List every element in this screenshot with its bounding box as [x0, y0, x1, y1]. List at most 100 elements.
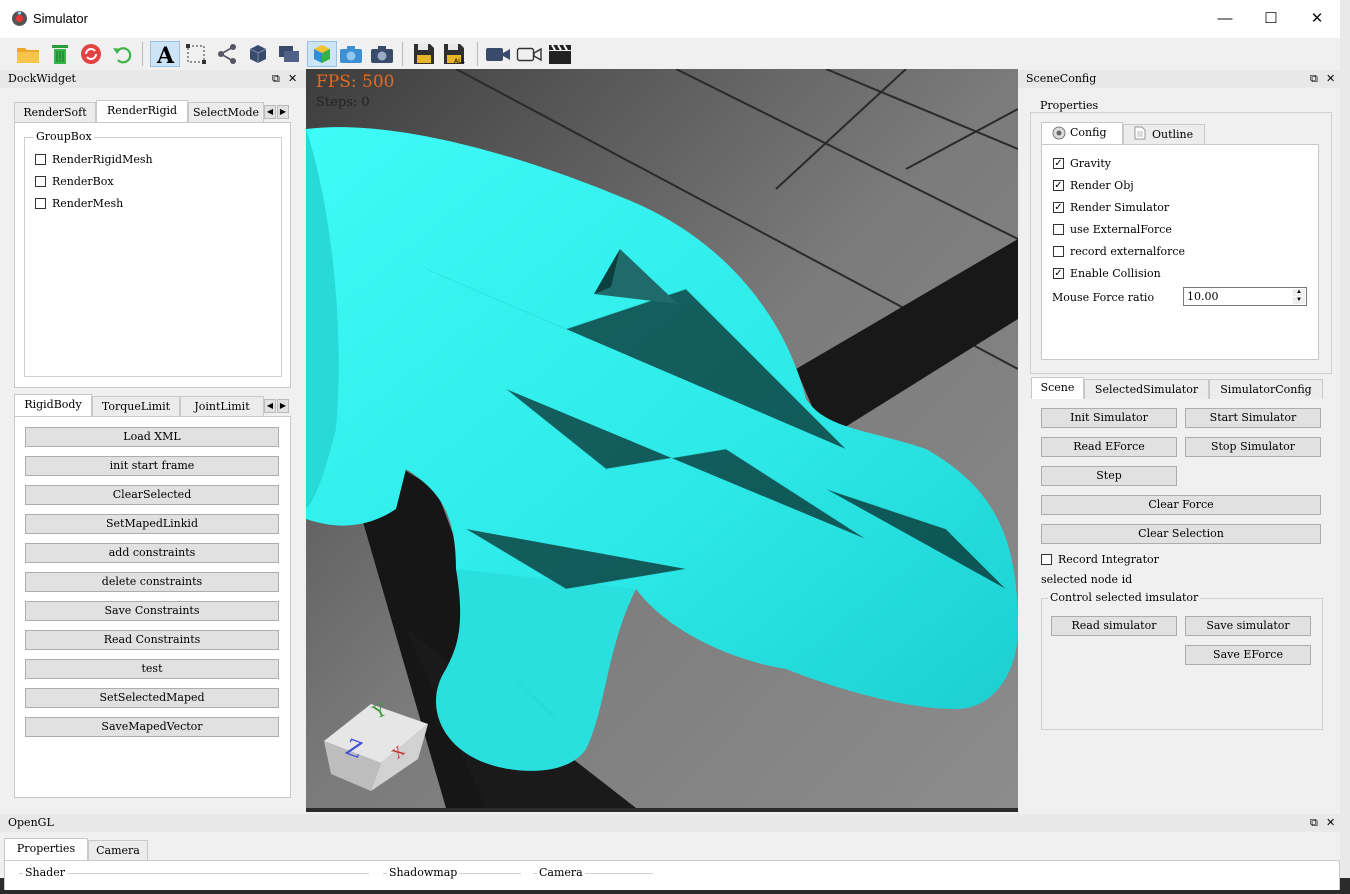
- render-obj-checkbox[interactable]: ✓: [1053, 180, 1064, 191]
- reload-icon[interactable]: [78, 41, 104, 67]
- step-button[interactable]: Step: [1041, 466, 1177, 486]
- checkbox[interactable]: [35, 198, 46, 209]
- mouse-force-value: 10.00: [1187, 290, 1219, 303]
- shadowmap-group-title: Shadowmap: [387, 866, 460, 879]
- open-folder-icon[interactable]: [15, 41, 41, 67]
- enable-collision-checkbox[interactable]: ✓: [1053, 268, 1064, 279]
- tab-scroll-right-icon[interactable]: ▶: [277, 105, 289, 119]
- stop-simulator-button[interactable]: Stop Simulator: [1185, 437, 1321, 457]
- opengl-viewport[interactable]: FPS: 500 Steps: 0 Y Z X: [306, 69, 1018, 808]
- text-A-icon[interactable]: A: [150, 41, 180, 67]
- save-maped-vector-button[interactable]: SaveMapedVector: [25, 717, 279, 737]
- app-icon: [12, 11, 27, 26]
- tab-rendersoft[interactable]: RenderSoft: [14, 102, 96, 122]
- colored-cube-icon[interactable]: [307, 41, 337, 67]
- checkbox[interactable]: [35, 154, 46, 165]
- save-simulator-button[interactable]: Save simulator: [1185, 616, 1311, 636]
- save-constraints-button[interactable]: Save Constraints: [25, 601, 279, 621]
- start-simulator-button[interactable]: Start Simulator: [1185, 408, 1321, 428]
- video-outline-icon[interactable]: [516, 41, 542, 67]
- record-integrator-label: Record Integrator: [1058, 553, 1159, 566]
- tab-camera[interactable]: Camera: [88, 840, 148, 860]
- checkbox-label: Render Simulator: [1070, 201, 1170, 214]
- scene-render: [306, 69, 1018, 808]
- tab-renderrigid[interactable]: RenderRigid: [96, 100, 188, 122]
- tab-jointlimit[interactable]: JointLimit: [180, 396, 264, 416]
- read-simulator-button[interactable]: Read simulator: [1051, 616, 1177, 636]
- set-maped-linkid-button[interactable]: SetMapedLinkid: [25, 514, 279, 534]
- svg-text:A: A: [156, 43, 175, 65]
- minimize-button[interactable]: —: [1202, 6, 1248, 32]
- tab-scene[interactable]: Scene: [1031, 377, 1084, 399]
- camera-group-title: Camera: [537, 866, 585, 879]
- camera-icon[interactable]: [338, 41, 364, 67]
- tab-properties[interactable]: Properties: [4, 838, 88, 860]
- control-group-title: Control selected imsulator: [1048, 591, 1201, 604]
- delete-constraints-button[interactable]: delete constraints: [25, 572, 279, 592]
- fps-label: FPS: 500: [316, 72, 395, 92]
- tab-scroll-left-icon[interactable]: ◀: [264, 105, 276, 119]
- save-eforce-button[interactable]: Save EForce: [1185, 645, 1311, 665]
- cube-icon[interactable]: [245, 41, 271, 67]
- dock-title: SceneConfig: [1018, 70, 1340, 88]
- set-selected-maped-button[interactable]: SetSelectedMaped: [25, 688, 279, 708]
- float-dock-icon[interactable]: ⧉: [272, 72, 280, 86]
- dock-title: DockWidget: [0, 70, 306, 88]
- add-constraints-button[interactable]: add constraints: [25, 543, 279, 563]
- mouse-force-spinbox[interactable]: 10.00 ▲ ▼: [1183, 287, 1307, 306]
- video-camera-icon[interactable]: [485, 41, 511, 67]
- spin-up-icon[interactable]: ▲: [1293, 289, 1305, 296]
- spin-down-icon[interactable]: ▼: [1293, 297, 1305, 304]
- undo-icon[interactable]: [109, 41, 135, 67]
- checkbox[interactable]: [35, 176, 46, 187]
- test-button[interactable]: test: [25, 659, 279, 679]
- maximize-button[interactable]: ☐: [1248, 6, 1294, 32]
- init-simulator-button[interactable]: Init Simulator: [1041, 408, 1177, 428]
- tab-selected-simulator[interactable]: SelectedSimulator: [1084, 379, 1209, 399]
- clapperboard-icon[interactable]: [547, 41, 573, 67]
- close-dock-icon[interactable]: ✕: [1326, 816, 1335, 830]
- left-dock: DockWidget ⧉ ✕ RenderSoft RenderRigid Se…: [0, 70, 306, 812]
- read-eforce-button[interactable]: Read EForce: [1041, 437, 1177, 457]
- gravity-checkbox[interactable]: ✓: [1053, 158, 1064, 169]
- save-all-icon[interactable]: ALL: [442, 41, 468, 67]
- save-icon[interactable]: [411, 41, 437, 67]
- checkbox-label: RenderMesh: [52, 197, 124, 210]
- scene-tabbar: Scene SelectedSimulator SimulatorConfig: [1031, 377, 1331, 399]
- svg-text:ALL: ALL: [454, 58, 465, 65]
- share-icon[interactable]: [214, 41, 240, 67]
- float-dock-icon[interactable]: ⧉: [1310, 72, 1318, 86]
- select-rect-icon[interactable]: [183, 41, 209, 67]
- clear-selected-button[interactable]: ClearSelected: [25, 485, 279, 505]
- close-dock-icon[interactable]: ✕: [1326, 72, 1335, 86]
- tab-rigidbody[interactable]: RigidBody: [14, 394, 92, 416]
- init-start-frame-button[interactable]: init start frame: [25, 456, 279, 476]
- trash-icon[interactable]: [47, 41, 73, 67]
- float-dock-icon[interactable]: ⧉: [1310, 816, 1318, 830]
- tab-scroll-right-icon[interactable]: ▶: [277, 399, 289, 413]
- clear-force-button[interactable]: Clear Force: [1041, 495, 1321, 515]
- opengl-properties-panel: Shader Shadowmap Camera: [4, 860, 1340, 890]
- clear-selection-button[interactable]: Clear Selection: [1041, 524, 1321, 544]
- record-integrator-checkbox[interactable]: [1041, 554, 1052, 565]
- tab-torquelimit[interactable]: TorqueLimit: [92, 396, 180, 416]
- read-constraints-button[interactable]: Read Constraints: [25, 630, 279, 650]
- tab-scroll-left-icon[interactable]: ◀: [264, 399, 276, 413]
- render-simulator-checkbox[interactable]: ✓: [1053, 202, 1064, 213]
- close-dock-icon[interactable]: ✕: [288, 72, 297, 86]
- tab-simulator-config[interactable]: SimulatorConfig: [1209, 379, 1323, 399]
- close-button[interactable]: ✕: [1294, 6, 1340, 32]
- camera2-icon[interactable]: [369, 41, 395, 67]
- shader-group-title: Shader: [23, 866, 67, 879]
- tab-selectmode[interactable]: SelectMode: [188, 102, 264, 122]
- load-xml-button[interactable]: Load XML: [25, 427, 279, 447]
- steps-label: Steps: 0: [316, 95, 370, 110]
- bottom-tabbar: RigidBody TorqueLimit JointLimit ◀ ▶: [14, 394, 292, 416]
- toolbar-separator: [142, 42, 143, 66]
- record-external-force-checkbox[interactable]: [1053, 246, 1064, 257]
- checkbox-label: RenderBox: [52, 175, 114, 188]
- groupbox: [24, 137, 282, 377]
- use-external-force-checkbox[interactable]: [1053, 224, 1064, 235]
- layers-icon[interactable]: [276, 41, 302, 67]
- top-tabbar: RenderSoft RenderRigid SelectMode ◀ ▶: [14, 100, 292, 122]
